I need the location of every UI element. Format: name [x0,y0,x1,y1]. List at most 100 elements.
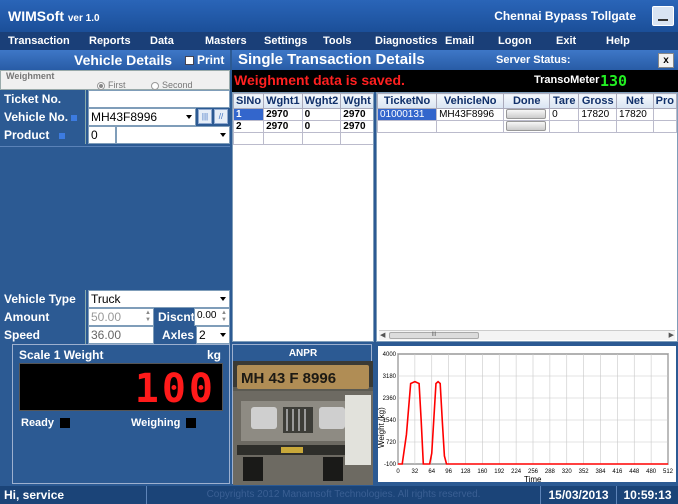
vehicle-no-label: Vehicle No. [4,110,69,124]
x-tick-label: 512 [663,469,674,475]
cell[interactable]: 17820 [578,108,618,121]
menu-transaction[interactable]: Transaction [8,35,70,47]
radio-selected-icon[interactable] [97,81,105,90]
chevron-down-icon[interactable] [220,297,226,301]
cell[interactable]: 2 [233,120,265,133]
scroll-right-icon[interactable]: ▶ [669,331,674,339]
scroll-left-icon[interactable]: ◀ [380,331,385,339]
table-row[interactable]: 1 2970 0 2970 [233,108,373,121]
app-title: WIMSoft ver 1.0 [8,8,100,24]
speed-row: Speed 36.00 Axles 2 [0,326,230,344]
cell[interactable]: 0 [301,108,342,121]
cell[interactable]: 2970 [340,120,373,133]
ready-indicator: Ready [21,417,71,429]
chevron-down-icon[interactable] [220,133,226,137]
x-tick-label: 448 [629,469,640,475]
axles-label: Axles [162,328,195,342]
col-ticketno[interactable]: TicketNo [377,93,438,109]
table-row[interactable]: 01000131 MH43F8996 0 17820 17820 [377,108,677,121]
col-done[interactable]: Done [503,93,551,109]
col-wght[interactable]: Wght [340,93,373,109]
cell[interactable]: 2970 [263,108,303,121]
ticket-no-input[interactable] [88,90,230,108]
menu-diagnostics[interactable]: Diagnostics [375,35,437,47]
radio-icon[interactable] [151,81,159,90]
minimize-button[interactable] [652,6,674,26]
x-axis-label: Time [524,475,542,484]
done-cell[interactable] [503,108,551,121]
cell[interactable]: 2970 [340,108,373,121]
menu-tools[interactable]: Tools [323,35,352,47]
weighing-label: Weighing [131,417,181,429]
weighing-indicator: Weighing [131,417,197,429]
weighment-group: Weighment First Second [0,70,230,90]
cell[interactable]: MH43F8996 [436,108,505,121]
menu-data[interactable]: Data [150,35,174,47]
menu-masters[interactable]: Masters [205,35,247,47]
col-wght2[interactable]: Wght2 [301,93,342,109]
spinner-icon[interactable]: ▲ ▼ [220,310,228,324]
spinner-icon[interactable]: ▲ ▼ [144,310,152,324]
title-bar: WIMSoft ver 1.0 Chennai Bypass Tollgate [0,0,678,32]
print-label: Print [197,53,225,67]
second-weighment-radio[interactable]: Second [151,80,193,90]
cell[interactable]: 0 [301,120,342,133]
table-row-empty[interactable] [233,132,373,145]
menu-logon[interactable]: Logon [498,35,532,47]
vehicle-type-dropdown[interactable]: Truck [88,290,230,308]
scrollbar-thumb[interactable]: III [389,332,479,339]
table-row[interactable]: 2 2970 0 2970 [233,120,373,133]
table-row-empty[interactable] [377,120,677,133]
ticket-header-row: TicketNo VehicleNo Done Tare Gross Net P… [377,93,677,109]
chevron-down-icon[interactable] [186,115,192,119]
vehicle-no-dropdown[interactable]: MH43F8996 [88,108,196,126]
anpr-title: ANPR [288,348,318,359]
axle-weights-grid[interactable]: SlNo Wght1 Wght2 Wght 1 2970 0 2970 2 29… [232,92,374,342]
amount-input[interactable]: 50.00 ▲ ▼ [88,308,154,326]
transometer-value: 130 [600,72,628,90]
y-tick-label: 720 [386,440,397,446]
col-gross[interactable]: Gross [578,93,618,109]
menu-reports[interactable]: Reports [89,35,131,47]
cell[interactable]: 2970 [263,120,303,133]
done-button[interactable] [506,121,547,132]
col-net[interactable]: Net [616,93,654,109]
vehicle-edit-button[interactable]: // [214,109,228,124]
col-vehicleno[interactable]: VehicleNo [436,93,505,109]
cell[interactable]: 17820 [616,108,654,121]
col-wght1[interactable]: Wght1 [263,93,303,109]
speed-input[interactable]: 36.00 [88,326,154,344]
print-checkbox[interactable]: Print [185,53,224,67]
y-tick-label: 2360 [383,396,397,402]
ticket-no-label: Ticket No. [0,90,86,108]
product-code-input[interactable]: 0 [88,126,116,144]
cell[interactable] [652,108,677,121]
x-tick-label: 320 [562,469,573,475]
discount-input[interactable]: 0.00 ▲ ▼ [194,308,230,326]
menu-help[interactable]: Help [606,35,630,47]
ticket-table: TicketNo VehicleNo Done Tare Gross Net P… [377,93,677,133]
cell[interactable]: 1 [233,108,265,121]
horizontal-scrollbar[interactable]: ◀ III ▶ [379,330,675,340]
done-button[interactable] [506,109,547,120]
chevron-down-icon[interactable] [220,333,226,337]
product-dropdown[interactable] [116,126,230,144]
col-slno[interactable]: SlNo [233,93,265,109]
vehicle-lookup-button[interactable]: ||| [198,109,212,124]
cell[interactable]: 0 [549,108,580,121]
menu-email[interactable]: Email [445,35,474,47]
ticket-grid[interactable]: TicketNo VehicleNo Done Tare Gross Net P… [376,92,678,342]
menu-exit[interactable]: Exit [556,35,576,47]
amount-value: 50.00 [91,310,122,324]
print-check-icon[interactable] [185,56,194,66]
status-date: 15/03/2013 [540,486,616,504]
col-tare[interactable]: Tare [549,93,580,109]
col-product[interactable]: Pro [652,93,677,109]
axles-dropdown[interactable]: 2 [196,326,230,344]
cell[interactable]: 01000131 [377,108,438,121]
ticket-no-row: Ticket No. [0,90,230,108]
server-status-label: Server Status: [496,54,571,66]
menu-settings[interactable]: Settings [264,35,307,47]
close-button[interactable]: x [658,53,674,68]
first-weighment-radio[interactable]: First [97,80,126,90]
